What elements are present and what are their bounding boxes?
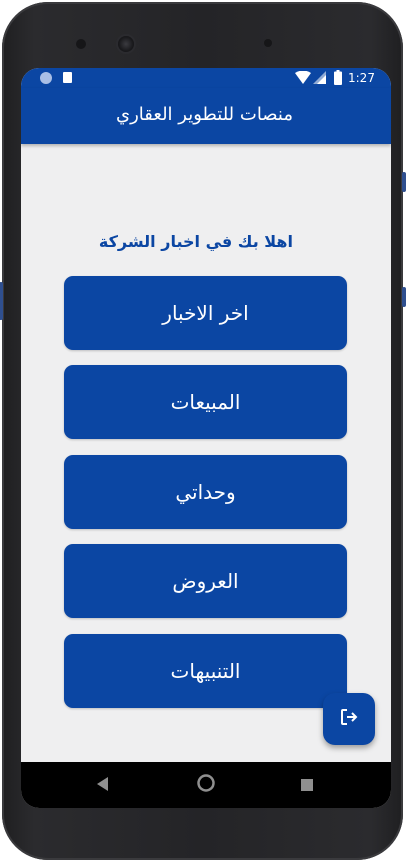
my-units-button[interactable]: وحداتي bbox=[64, 455, 347, 529]
sales-button[interactable]: المبيعات bbox=[64, 365, 347, 439]
logout-button[interactable] bbox=[323, 693, 375, 745]
wifi-icon bbox=[295, 70, 311, 87]
sensor bbox=[264, 39, 272, 47]
recents-button[interactable] bbox=[284, 762, 330, 808]
button-label: العروض bbox=[172, 569, 239, 593]
status-bar: 1:27 bbox=[21, 68, 391, 88]
button-label: وحداتي bbox=[175, 480, 236, 504]
logout-icon bbox=[339, 707, 359, 731]
latest-news-button[interactable]: اخر الاخبار bbox=[64, 276, 347, 350]
welcome-text: اهلا بك في اخبار الشركة bbox=[98, 232, 293, 251]
sim-card-icon bbox=[63, 72, 72, 83]
main-content: اهلا بك في اخبار الشركة اخر الاخبار المب… bbox=[21, 144, 391, 762]
app-bar: منصات للتطوير العقاري bbox=[21, 88, 391, 144]
front-camera bbox=[118, 36, 134, 52]
home-button[interactable] bbox=[183, 762, 229, 808]
home-icon bbox=[197, 774, 215, 796]
circle-status-icon bbox=[40, 72, 52, 84]
button-label: المبيعات bbox=[170, 390, 241, 414]
sensor bbox=[76, 39, 86, 49]
notifications-button[interactable]: التنبيهات bbox=[64, 634, 347, 708]
offers-button[interactable]: العروض bbox=[64, 544, 347, 618]
power-button bbox=[0, 282, 3, 320]
app-title: منصات للتطوير العقاري bbox=[116, 104, 293, 125]
button-label: التنبيهات bbox=[170, 659, 241, 683]
signal-icon bbox=[313, 71, 326, 87]
screen: 1:27 منصات للتطوير العقاري اهلا بك في اخ… bbox=[21, 68, 391, 808]
volume-button bbox=[402, 172, 406, 192]
system-navigation-bar bbox=[21, 762, 391, 808]
recents-icon bbox=[301, 776, 313, 795]
back-button[interactable] bbox=[80, 762, 126, 808]
battery-icon bbox=[334, 70, 342, 88]
phone-frame: 1:27 منصات للتطوير العقاري اهلا بك في اخ… bbox=[0, 2, 406, 860]
volume-button bbox=[402, 287, 406, 307]
button-label: اخر الاخبار bbox=[162, 301, 249, 325]
status-time: 1:27 bbox=[348, 71, 375, 85]
back-icon bbox=[97, 776, 109, 795]
